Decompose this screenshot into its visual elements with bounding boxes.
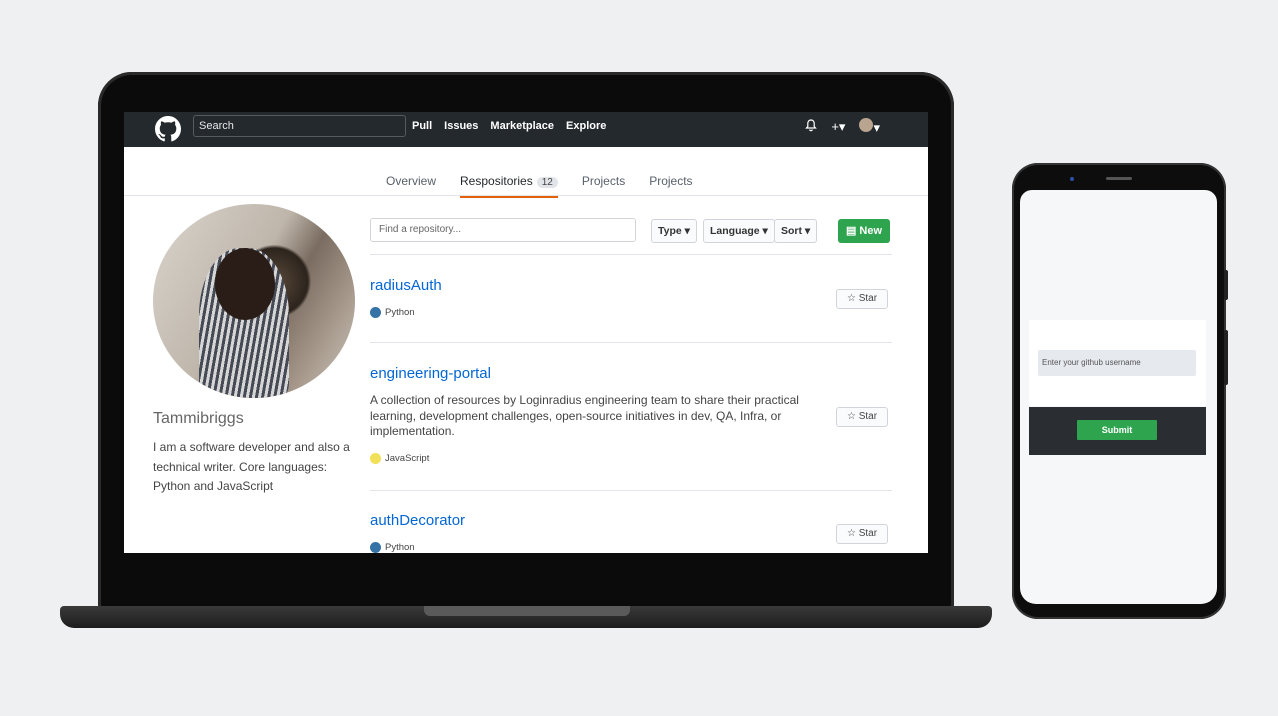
star-button[interactable]: ☆ Star <box>836 289 888 309</box>
laptop-screen: Search Pull Issues Marketplace Explore +… <box>124 112 928 553</box>
phone-screen: Enter your github username Submit <box>1020 190 1217 604</box>
language-color-dot <box>370 542 381 553</box>
profile-bio: I am a software developer and also a tec… <box>153 440 350 493</box>
phone-camera <box>1070 177 1074 181</box>
avatar[interactable]: ▾ <box>859 118 880 136</box>
find-repository-input[interactable]: Find a repository... <box>370 218 636 242</box>
nav-marketplace[interactable]: Marketplace <box>490 112 554 142</box>
profile-name: Tammibriggs <box>153 410 244 427</box>
language-color-dot <box>370 453 381 464</box>
submit-bar: Submit <box>1029 407 1206 455</box>
bell-icon[interactable] <box>805 119 818 135</box>
submit-button[interactable]: Submit <box>1077 420 1157 440</box>
new-repo-button[interactable]: ▤ New <box>838 219 890 243</box>
divider <box>370 490 892 491</box>
phone-volume-button <box>1224 270 1228 300</box>
repo-name-link[interactable]: authDecorator <box>370 512 465 529</box>
nav-issues[interactable]: Issues <box>444 112 478 142</box>
laptop-hinge-notch <box>424 606 630 616</box>
repo-name-link[interactable]: radiusAuth <box>370 277 442 294</box>
type-dropdown[interactable]: Type ▾ <box>651 219 697 243</box>
header-nav: Pull Issues Marketplace Explore <box>412 112 606 142</box>
language-color-dot <box>370 307 381 318</box>
star-icon: ☆ <box>846 293 856 304</box>
repo-language: Python <box>370 542 415 553</box>
tabs-divider <box>124 195 928 196</box>
nav-pull[interactable]: Pull <box>412 112 432 142</box>
header-actions: +▾ ▾ <box>805 118 880 136</box>
avatar-head <box>215 248 275 320</box>
repo-name-link[interactable]: engineering-portal <box>370 365 491 382</box>
repo-book-icon: ▤ <box>845 225 857 237</box>
search-input[interactable]: Search <box>193 115 406 137</box>
repo-language: Python <box>370 307 415 318</box>
language-dropdown[interactable]: Language ▾ <box>703 219 775 243</box>
github-header: Search Pull Issues Marketplace Explore +… <box>124 112 928 147</box>
github-logo-icon[interactable] <box>155 116 181 142</box>
repo-count-badge: 12 <box>536 177 558 188</box>
nav-explore[interactable]: Explore <box>566 112 606 142</box>
plus-icon[interactable]: +▾ <box>831 119 845 135</box>
star-icon: ☆ <box>846 528 856 539</box>
divider <box>370 254 892 255</box>
star-icon: ☆ <box>846 411 856 422</box>
phone-speaker <box>1106 177 1132 180</box>
repo-language: JavaScript <box>370 453 429 464</box>
github-username-input[interactable]: Enter your github username <box>1038 350 1196 376</box>
divider <box>370 342 892 343</box>
star-button[interactable]: ☆ Star <box>836 407 888 427</box>
repo-description: A collection of resources by Loginradius… <box>370 393 799 438</box>
phone-power-button <box>1224 330 1228 385</box>
star-button[interactable]: ☆ Star <box>836 524 888 544</box>
username-form: Enter your github username <box>1029 320 1206 406</box>
profile-avatar <box>153 204 355 398</box>
sort-dropdown[interactable]: Sort ▾ <box>774 219 818 243</box>
